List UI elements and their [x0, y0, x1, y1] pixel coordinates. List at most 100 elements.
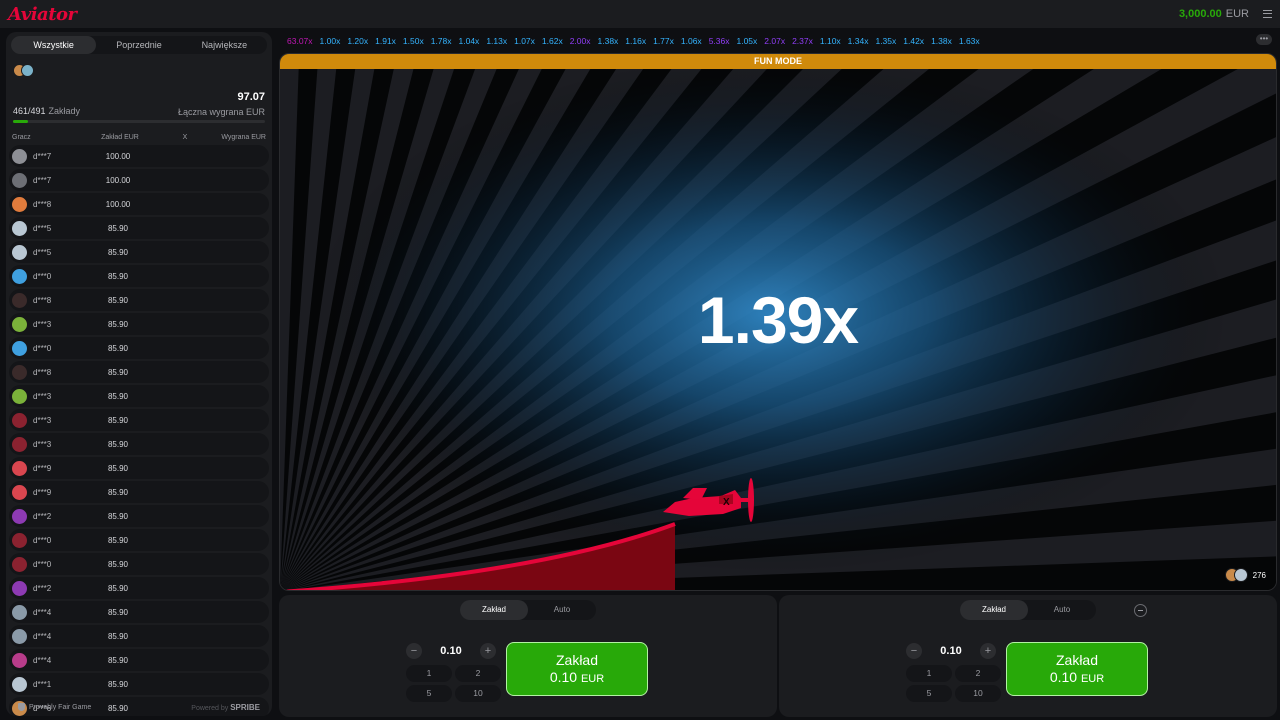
- aviator-logo[interactable]: Aviator: [8, 4, 77, 25]
- tab-top[interactable]: Największe: [182, 36, 267, 54]
- quick-bet-10[interactable]: 10: [455, 685, 501, 702]
- top-bar: Aviator 3,000.00 EUR: [0, 0, 1280, 28]
- avatar: [12, 652, 27, 668]
- history-multiplier[interactable]: 1.16x: [625, 36, 646, 46]
- tab-auto[interactable]: Auto: [1028, 600, 1096, 620]
- quick-bet-10[interactable]: 10: [955, 685, 1001, 702]
- place-bet-amount: 0.10 EUR: [1007, 669, 1147, 685]
- bet-panel-tabs: Zakład Auto: [460, 600, 596, 620]
- total-win-amount: 97.07: [237, 91, 265, 103]
- history-multiplier[interactable]: 1.05x: [736, 36, 757, 46]
- powered-by: Powered by SPRIBE: [191, 703, 260, 712]
- history-multiplier[interactable]: 1.04x: [459, 36, 480, 46]
- column-multiplier: X: [182, 134, 188, 141]
- bet-amount-stepper: − 0.10 +: [406, 640, 496, 662]
- tab-bet[interactable]: Zakład: [960, 600, 1028, 620]
- history-multiplier[interactable]: 2.00x: [570, 36, 591, 46]
- bet-amount: 85.90: [107, 223, 129, 233]
- history-multiplier[interactable]: 2.37x: [792, 36, 813, 46]
- history-multiplier[interactable]: 5.36x: [709, 36, 730, 46]
- history-multiplier[interactable]: 1.78x: [431, 36, 452, 46]
- bets-stats: 97.07 Łączna wygrana EUR 461/491 Zakłady: [6, 58, 272, 126]
- menu-icon[interactable]: [1263, 10, 1272, 18]
- quick-bet-5[interactable]: 5: [906, 685, 952, 702]
- history-multiplier[interactable]: 1.10x: [820, 36, 841, 46]
- increase-bet-button[interactable]: +: [979, 643, 996, 659]
- bet-amount: 85.90: [107, 247, 129, 257]
- player-name: d***0: [33, 271, 52, 281]
- provably-fair-link[interactable]: Provably Fair Game: [29, 704, 91, 711]
- avatar: [12, 484, 27, 500]
- history-multiplier[interactable]: 1.34x: [848, 36, 869, 46]
- balance-amount: 3,000.00: [1178, 8, 1222, 20]
- avatar: [21, 64, 34, 77]
- avatar: [12, 604, 27, 620]
- place-bet-currency: EUR: [580, 673, 605, 685]
- history-multiplier[interactable]: 1.00x: [320, 36, 341, 46]
- bet-row: d***1 85.90: [9, 673, 269, 695]
- tab-all[interactable]: Wszystkie: [11, 36, 97, 54]
- history-multiplier[interactable]: 1.42x: [903, 36, 924, 46]
- history-multiplier[interactable]: 63.07x: [287, 36, 313, 46]
- history-multiplier[interactable]: 1.38x: [931, 36, 952, 46]
- history-multiplier[interactable]: 1.77x: [653, 36, 674, 46]
- quick-bet-5[interactable]: 5: [406, 685, 452, 702]
- place-bet-button[interactable]: Zakład 0.10 EUR: [1006, 642, 1148, 696]
- history-multiplier[interactable]: 1.91x: [375, 36, 396, 46]
- players-avatars: [13, 64, 265, 77]
- history-multiplier[interactable]: 2.07x: [764, 36, 785, 46]
- bet-row: d***9 85.90: [9, 457, 269, 479]
- bet-row: d***3 85.90: [9, 433, 269, 455]
- avatar: [12, 172, 27, 188]
- player-name: d***8: [33, 199, 52, 209]
- bet-row: d***9 85.90: [9, 481, 269, 503]
- tab-auto[interactable]: Auto: [528, 600, 596, 620]
- history-multiplier[interactable]: 1.63x: [959, 36, 980, 46]
- place-bet-currency: EUR: [1080, 673, 1105, 685]
- bet-amount-value[interactable]: 0.10: [440, 645, 461, 657]
- quick-bet-1[interactable]: 1: [406, 665, 452, 682]
- avatar: [12, 244, 27, 260]
- history-multiplier[interactable]: 1.13x: [486, 36, 507, 46]
- avatar: [12, 532, 27, 548]
- bet-amount: 85.90: [107, 295, 129, 305]
- balance-display: 3,000.00 EUR: [1179, 8, 1272, 20]
- history-multiplier[interactable]: 1.38x: [598, 36, 619, 46]
- bet-row: d***2 85.90: [9, 505, 269, 527]
- quick-bet-1[interactable]: 1: [906, 665, 952, 682]
- decrease-bet-button[interactable]: −: [406, 643, 422, 659]
- history-multiplier[interactable]: 1.06x: [681, 36, 702, 46]
- player-name: d***9: [33, 487, 52, 497]
- decrease-bet-button[interactable]: −: [906, 643, 922, 659]
- bet-row: d***4 85.90: [9, 625, 269, 647]
- quick-bet-2[interactable]: 2: [955, 665, 1001, 682]
- player-name: d***7: [33, 175, 52, 185]
- history-multiplier[interactable]: 1.20x: [347, 36, 368, 46]
- online-count: 276: [1252, 570, 1266, 580]
- history-multiplier[interactable]: 1.50x: [403, 36, 424, 46]
- history-multiplier[interactable]: 1.62x: [542, 36, 563, 46]
- bets-progress-fill: [13, 120, 29, 123]
- bet-amount: 85.90: [107, 679, 129, 689]
- bets-count-label: Zakłady: [48, 106, 81, 116]
- history-multiplier[interactable]: 1.07x: [514, 36, 535, 46]
- history-more-button[interactable]: •••: [1256, 34, 1272, 45]
- player-name: d***7: [33, 151, 52, 161]
- bet-amount-value[interactable]: 0.10: [940, 645, 961, 657]
- avatar: [12, 580, 27, 596]
- bet-amount: 85.90: [107, 367, 129, 377]
- avatar: [12, 268, 27, 284]
- player-name: d***9: [33, 463, 52, 473]
- avatar: [12, 508, 27, 524]
- tab-bet[interactable]: Zakład: [460, 600, 528, 620]
- increase-bet-button[interactable]: +: [479, 643, 496, 659]
- quick-bet-grid: 1 2 5 10: [906, 665, 1001, 702]
- bet-row: d***3 85.90: [9, 385, 269, 407]
- quick-bet-2[interactable]: 2: [455, 665, 501, 682]
- remove-bet-panel-icon[interactable]: [1134, 604, 1147, 617]
- bet-amount: 85.90: [107, 391, 129, 401]
- bet-amount: 85.90: [107, 607, 129, 617]
- tab-previous[interactable]: Poprzednie: [96, 36, 181, 54]
- place-bet-button[interactable]: Zakład 0.10 EUR: [506, 642, 648, 696]
- history-multiplier[interactable]: 1.35x: [875, 36, 896, 46]
